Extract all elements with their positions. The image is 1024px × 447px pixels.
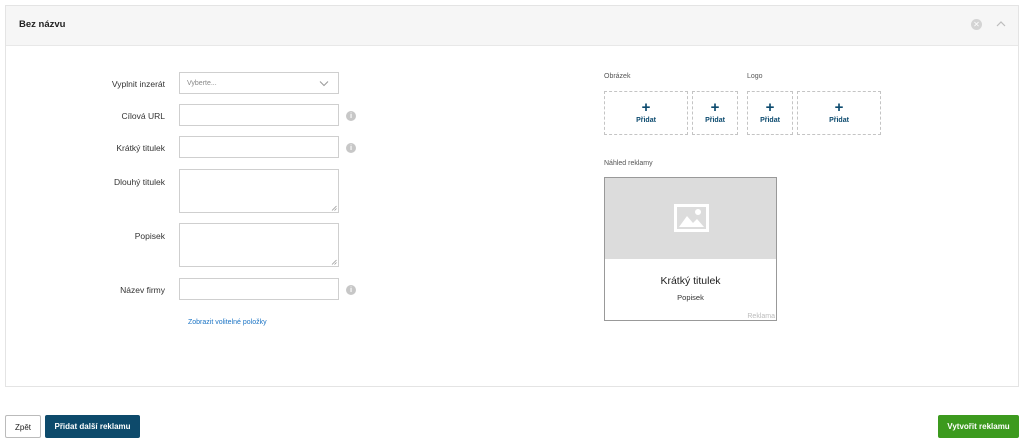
preview-image-area — [605, 178, 776, 259]
fill-ad-label: Vyplnit inzerát — [111, 79, 165, 89]
info-icon[interactable]: i — [346, 111, 356, 121]
long-title-textarea[interactable] — [179, 169, 339, 213]
target-url-label: Cílová URL — [121, 111, 165, 121]
plus-icon: + — [641, 99, 651, 116]
preview-section-label: Náhled reklamy — [604, 160, 653, 167]
resize-handle-icon[interactable] — [331, 259, 337, 265]
add-logo-square-slot[interactable]: + Přidat — [747, 91, 793, 135]
close-circle-icon[interactable]: ✕ — [971, 19, 982, 30]
chevron-up-icon[interactable] — [994, 18, 1008, 30]
description-label: Popisek — [134, 231, 165, 241]
add-logo-wide-slot[interactable]: + Přidat — [797, 91, 881, 135]
add-image-slot[interactable]: + Přidat — [604, 91, 688, 135]
preview-description: Popisek — [677, 293, 704, 302]
fill-ad-select[interactable]: Vyberte... — [179, 72, 339, 94]
add-image-square-slot[interactable]: + Přidat — [692, 91, 738, 135]
long-title-label: Dlouhý titulek — [113, 177, 165, 187]
short-title-label: Krátký titulek — [116, 143, 165, 153]
plus-icon: + — [765, 99, 775, 116]
chevron-down-icon — [319, 81, 329, 87]
ad-tag: Reklama — [747, 313, 775, 320]
add-label: Přidat — [705, 117, 725, 124]
resize-handle-icon[interactable] — [331, 205, 337, 211]
add-label: Přidat — [829, 117, 849, 124]
add-label: Přidat — [760, 117, 780, 124]
card-title: Bez názvu — [19, 19, 66, 30]
plus-icon: + — [834, 99, 844, 116]
show-optional-fields-link[interactable]: Zobrazit volitelné položky — [188, 319, 267, 326]
image-section-label: Obrázek — [604, 73, 631, 80]
ad-preview: Krátký titulek Popisek Reklama — [604, 177, 777, 321]
info-icon[interactable]: i — [346, 285, 356, 295]
fill-ad-placeholder: Vyberte... — [187, 80, 217, 87]
preview-title: Krátký titulek — [660, 275, 721, 287]
create-ad-button[interactable]: Vytvořit reklamu — [938, 415, 1019, 438]
image-placeholder-icon — [674, 204, 709, 232]
logo-section-label: Logo — [747, 73, 763, 80]
target-url-input[interactable] — [179, 104, 339, 126]
plus-icon: + — [710, 99, 720, 116]
card-header: Bez názvu ✕ — [6, 6, 1018, 46]
add-label: Přidat — [636, 117, 656, 124]
description-textarea[interactable] — [179, 223, 339, 267]
company-name-input[interactable] — [179, 278, 339, 300]
back-button[interactable]: Zpět — [5, 415, 41, 438]
short-title-input[interactable] — [179, 136, 339, 158]
info-icon[interactable]: i — [346, 143, 356, 153]
ad-card: Bez názvu ✕ — [5, 5, 1019, 387]
add-another-ad-button[interactable]: Přidat další reklamu — [45, 415, 140, 438]
company-name-label: Název firmy — [120, 285, 165, 295]
